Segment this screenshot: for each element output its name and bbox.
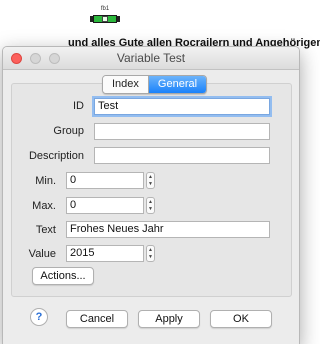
ok-button[interactable]: OK — [210, 310, 272, 328]
window-title: Variable Test — [116, 51, 186, 65]
value-input[interactable]: 2015 — [66, 245, 144, 262]
description-input[interactable] — [94, 147, 270, 164]
variable-dialog: Variable Test Index General ID Test Grou… — [2, 46, 300, 344]
help-button[interactable]: ? — [30, 308, 48, 326]
tab-bar: Index General — [102, 75, 208, 94]
text-input[interactable]: Frohes Neues Jahr — [66, 221, 270, 238]
id-label: ID — [73, 100, 84, 112]
block-end-left — [90, 16, 93, 22]
apply-button[interactable]: Apply — [138, 310, 200, 328]
min-label: Min. — [35, 175, 56, 187]
tab-general[interactable]: General — [147, 76, 207, 93]
description-label: Description — [28, 150, 84, 162]
chevron-up-icon[interactable]: ▲ — [148, 199, 153, 205]
min-input[interactable]: 0 — [66, 172, 144, 189]
max-input[interactable]: 0 — [66, 197, 144, 214]
chevron-down-icon[interactable]: ▼ — [148, 181, 153, 187]
tab-index[interactable]: Index — [103, 76, 148, 93]
chevron-down-icon[interactable]: ▼ — [148, 254, 153, 260]
max-label: Max. — [32, 200, 56, 212]
group-input[interactable] — [94, 123, 270, 140]
screen: fb1 und alles Gute allen Rocrailern und … — [0, 0, 320, 344]
chevron-up-icon[interactable]: ▲ — [148, 247, 153, 253]
title-bar[interactable]: Variable Test — [3, 47, 299, 70]
max-stepper[interactable]: ▲ ▼ — [146, 197, 155, 214]
min-stepper[interactable]: ▲ ▼ — [146, 172, 155, 189]
value-label: Value — [28, 248, 56, 260]
tab-content-panel — [11, 83, 292, 297]
group-label: Group — [53, 125, 84, 137]
chevron-down-icon[interactable]: ▼ — [148, 206, 153, 212]
value-stepper[interactable]: ▲ ▼ — [146, 245, 155, 262]
id-input[interactable]: Test — [94, 98, 270, 115]
cancel-button[interactable]: Cancel — [66, 310, 128, 328]
actions-button[interactable]: Actions... — [32, 267, 94, 285]
text-label: Text — [35, 224, 56, 236]
chevron-up-icon[interactable]: ▲ — [148, 174, 153, 180]
block-label: fb1 — [100, 6, 110, 12]
block-indicator — [102, 16, 108, 22]
block-end-right — [117, 16, 120, 22]
block-widget[interactable]: fb1 — [90, 6, 120, 26]
